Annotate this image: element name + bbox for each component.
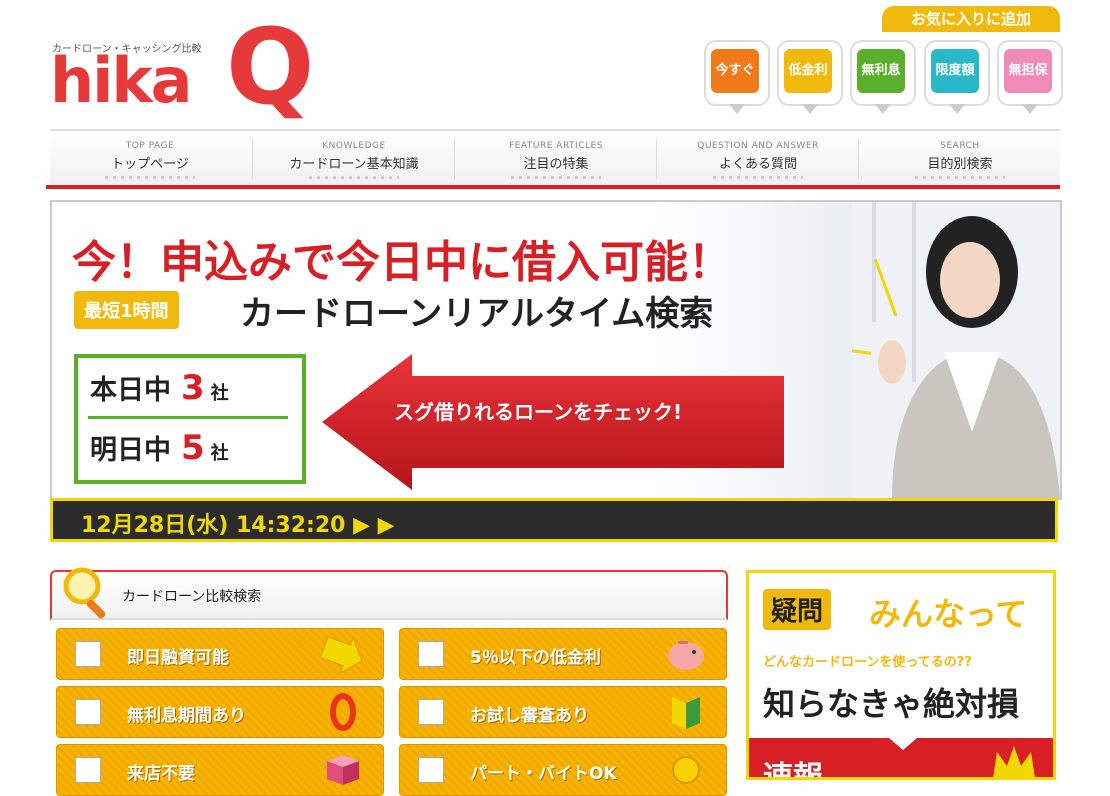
tomorrow-count-row: 明日中 5 社 <box>90 428 290 468</box>
nav-divider <box>656 139 657 179</box>
quick-tag-unsecured[interactable]: 無担保 <box>997 40 1063 114</box>
logo[interactable]: hika <box>50 50 192 112</box>
nav-dots <box>511 176 601 179</box>
nav-ja-label: 注目の特集 <box>523 157 589 172</box>
nav-ja-label: 目的別検索 <box>927 157 993 172</box>
nav-en-label: FEATURE ARTICLES <box>509 141 603 151</box>
quick-tag-label: 限度額 <box>931 49 979 93</box>
tomorrow-count: 5 <box>181 428 205 468</box>
arrow-icon <box>321 636 363 673</box>
side-big-text: 知らなきゃ絶対損 <box>763 685 1020 723</box>
checkbox[interactable] <box>418 757 444 783</box>
zero-icon <box>330 693 356 731</box>
realtime-search-title: カードローンリアルタイム検索 <box>240 294 714 334</box>
loan-count-box: 本日中 3 社 明日中 5 社 <box>74 354 306 484</box>
option-low-interest[interactable]: 5％以下の低金利 <box>399 628 727 680</box>
option-label: 来店不要 <box>127 764 195 784</box>
nav-divider <box>252 139 253 179</box>
quick-tag-label: 無担保 <box>1004 49 1052 93</box>
logo-q[interactable]: Q <box>226 15 314 119</box>
speech-tail-icon <box>802 104 818 114</box>
nav-item-knowledge[interactable]: KNOWLEDGE カードローン基本知識 <box>254 131 454 187</box>
count-divider <box>88 416 288 419</box>
speech-tail-icon <box>729 104 745 114</box>
banner-headline: 今！申込みで今日中に借入可能！ <box>72 237 732 288</box>
question-badge: 疑問 <box>763 589 832 630</box>
checkbox[interactable] <box>75 757 101 783</box>
panel-header: カードローン比較検索 <box>50 567 728 620</box>
nav-dots <box>105 176 195 179</box>
crown-icon <box>993 746 1035 777</box>
option-interest-free-period[interactable]: 無利息期間あり <box>56 686 384 738</box>
checkbox[interactable] <box>418 699 444 725</box>
speech-tail-icon <box>949 104 965 114</box>
magnifier-icon <box>63 567 106 619</box>
quick-tag-label: 無利息 <box>857 49 905 93</box>
speech-tail-icon <box>1022 104 1038 114</box>
panel-title: カードローン比較検索 <box>122 589 262 605</box>
option-label: 即日融資可能 <box>127 648 229 668</box>
cube-icon <box>327 755 359 785</box>
nav-ja-label: トップページ <box>111 157 189 172</box>
side-heading: みんなって <box>869 595 1028 633</box>
add-favorite-button[interactable]: お気に入りに追加 <box>882 6 1060 32</box>
tomorrow-label: 明日中 <box>90 435 171 466</box>
quick-tag-label: 低金利 <box>784 49 832 93</box>
piggy-bank-icon <box>668 641 704 670</box>
flash-news-label: 速報 <box>763 760 823 780</box>
global-nav: TOP PAGE トップページ KNOWLEDGE カードローン基本知識 FEA… <box>50 129 1060 187</box>
nav-divider <box>454 139 455 179</box>
question-banner[interactable]: 疑問 みんなって どんなカードローンを使ってるの?? 知らなきゃ絶対損 速報 <box>746 570 1056 780</box>
nav-dots <box>309 176 399 179</box>
option-no-visit[interactable]: 来店不要 <box>56 744 384 796</box>
quick-tag-imasugu[interactable]: 今すぐ <box>704 40 770 114</box>
quick-tag-limit[interactable]: 限度額 <box>924 40 990 114</box>
datetime-bar: 12月28日(水) 14:32:20 ▶ ▶ <box>50 498 1058 542</box>
company-unit: 社 <box>210 383 229 404</box>
today-count-row: 本日中 3 社 <box>90 368 290 408</box>
nav-en-label: QUESTION AND ANSWER <box>697 141 819 151</box>
checkbox[interactable] <box>75 641 101 667</box>
option-same-day[interactable]: 即日融資可能 <box>56 628 384 680</box>
quick-tag-low-interest[interactable]: 低金利 <box>777 40 843 114</box>
nav-dots <box>713 176 803 179</box>
company-unit: 社 <box>210 443 229 464</box>
cta-check-button[interactable]: スグ借りれるローンをチェック! <box>394 396 682 425</box>
today-count: 3 <box>181 368 205 408</box>
option-label: 5％以下の低金利 <box>470 648 601 668</box>
woman-photo <box>852 202 1060 498</box>
today-label: 本日中 <box>90 375 171 406</box>
loan-compare-search-panel: カードローン比較検索 即日融資可能 5％以下の低金利 無利息期間あり お試し審査… <box>50 567 728 796</box>
nav-en-label: SEARCH <box>940 141 980 151</box>
hero-banner[interactable]: 今！申込みで今日中に借入可能！ 最短1時間 カードローンリアルタイム検索 本日中… <box>50 200 1062 500</box>
nav-underline <box>46 185 1060 189</box>
nav-divider <box>858 139 859 179</box>
quick-tag-interest-free[interactable]: 無利息 <box>850 40 916 114</box>
option-label: 無利息期間あり <box>127 706 246 726</box>
notch <box>889 738 917 750</box>
nav-item-search[interactable]: SEARCH 目的別検索 <box>860 131 1060 187</box>
nav-item-faq[interactable]: QUESTION AND ANSWER よくある質問 <box>658 131 858 187</box>
checkbox[interactable] <box>75 699 101 725</box>
checkbox[interactable] <box>418 641 444 667</box>
nav-en-label: KNOWLEDGE <box>322 141 386 151</box>
nav-en-label: TOP PAGE <box>125 141 175 151</box>
speech-tail-icon <box>875 104 891 114</box>
quick-tag-label: 今すぐ <box>711 49 759 93</box>
option-label: お試し審査あり <box>470 706 589 726</box>
option-trial-screening[interactable]: お試し審査あり <box>399 686 727 738</box>
option-part-time-ok[interactable]: パート・バイトOK <box>399 744 727 796</box>
nav-ja-label: よくある質問 <box>718 157 797 172</box>
current-datetime: 12月28日(水) 14:32:20 ▶ ▶ <box>81 513 395 538</box>
nav-item-features[interactable]: FEATURE ARTICLES 注目の特集 <box>456 131 656 187</box>
shortest-time-badge: 最短1時間 <box>74 291 179 329</box>
nav-ja-label: カードローン基本知識 <box>289 157 419 172</box>
nav-dots <box>915 176 1005 179</box>
flash-news-strip: 速報 <box>749 738 1053 780</box>
nav-item-top[interactable]: TOP PAGE トップページ <box>50 131 250 187</box>
side-subheading: どんなカードローンを使ってるの?? <box>763 655 972 670</box>
option-label: パート・バイトOK <box>470 764 617 784</box>
coin-icon <box>672 756 700 784</box>
beginner-mark-icon <box>672 697 700 729</box>
